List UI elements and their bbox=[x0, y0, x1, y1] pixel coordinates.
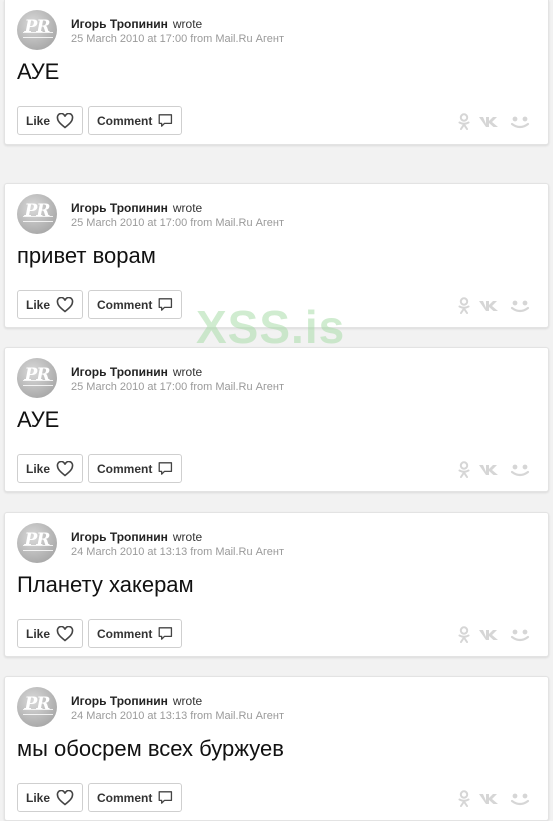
post-text: АУЕ bbox=[17, 59, 60, 84]
share-icons bbox=[458, 626, 530, 643]
post-meta: 24 March 2010 at 13:13 from Mail.Ru Аген… bbox=[71, 710, 284, 722]
post-card: PR Игорь Тропинин wrote 24 March 2010 at … bbox=[4, 676, 549, 821]
odnoklassniki-icon[interactable] bbox=[458, 113, 470, 130]
vk-icon[interactable] bbox=[478, 299, 502, 313]
post-card: PR Игорь Тропинин wrote 24 March 2010 at … bbox=[4, 512, 549, 657]
like-label: Like bbox=[26, 626, 51, 641]
post-verb: wrote bbox=[172, 530, 203, 544]
like-button[interactable]: Like bbox=[17, 454, 83, 483]
comment-label: Comment bbox=[97, 790, 153, 805]
post-text: Планету хакерам bbox=[17, 572, 194, 597]
post-verb: wrote bbox=[172, 365, 203, 379]
odnoklassniki-icon[interactable] bbox=[458, 461, 470, 478]
post-card: PR Игорь Тропинин wrote 25 March 2010 at … bbox=[4, 183, 549, 328]
comment-bubble-icon bbox=[158, 791, 173, 804]
moimir-icon[interactable] bbox=[510, 299, 530, 313]
like-label: Like bbox=[26, 113, 51, 128]
share-icons bbox=[458, 297, 530, 314]
share-icons bbox=[458, 461, 530, 478]
comment-button[interactable]: Comment bbox=[88, 783, 182, 812]
post-meta: 25 March 2010 at 17:00 from Mail.Ru Аген… bbox=[71, 217, 284, 229]
heart-icon bbox=[56, 460, 74, 477]
comment-bubble-icon bbox=[158, 298, 173, 311]
post-header: Игорь Тропинин wrote bbox=[71, 530, 202, 544]
heart-icon bbox=[56, 789, 74, 806]
post-text: мы обосрем всех буржуев bbox=[17, 736, 284, 761]
vk-icon[interactable] bbox=[478, 792, 502, 806]
post-date[interactable]: 25 March 2010 at 17:00 bbox=[71, 217, 187, 229]
comment-button[interactable]: Comment bbox=[88, 290, 182, 319]
post-source: from Mail.Ru Агент bbox=[190, 381, 285, 393]
post-header: Игорь Тропинин wrote bbox=[71, 365, 202, 379]
post-source: from Mail.Ru Агент bbox=[190, 33, 285, 45]
post-meta: 24 March 2010 at 13:13 from Mail.Ru Аген… bbox=[71, 546, 284, 558]
comment-bubble-icon bbox=[158, 627, 173, 640]
like-button[interactable]: Like bbox=[17, 619, 83, 648]
like-button[interactable]: Like bbox=[17, 290, 83, 319]
like-label: Like bbox=[26, 297, 51, 312]
post-verb: wrote bbox=[172, 201, 203, 215]
post-date[interactable]: 25 March 2010 at 17:00 bbox=[71, 381, 187, 393]
odnoklassniki-icon[interactable] bbox=[458, 297, 470, 314]
post-meta: 25 March 2010 at 17:00 from Mail.Ru Аген… bbox=[71, 33, 284, 45]
moimir-icon[interactable] bbox=[510, 628, 530, 642]
comment-bubble-icon bbox=[158, 114, 173, 127]
comment-label: Comment bbox=[97, 297, 153, 312]
comment-button[interactable]: Comment bbox=[88, 106, 182, 135]
post-meta: 25 March 2010 at 17:00 from Mail.Ru Аген… bbox=[71, 381, 284, 393]
comment-button[interactable]: Comment bbox=[88, 619, 182, 648]
post-header: Игорь Тропинин wrote bbox=[71, 694, 202, 708]
moimir-icon[interactable] bbox=[510, 792, 530, 806]
like-button[interactable]: Like bbox=[17, 783, 83, 812]
odnoklassniki-icon[interactable] bbox=[458, 626, 470, 643]
post-header: Игорь Тропинин wrote bbox=[71, 17, 202, 31]
heart-icon bbox=[56, 112, 74, 129]
comment-label: Comment bbox=[97, 113, 153, 128]
post-text: АУЕ bbox=[17, 407, 60, 432]
comment-label: Comment bbox=[97, 461, 153, 476]
heart-icon bbox=[56, 296, 74, 313]
author-avatar[interactable]: PR bbox=[17, 523, 57, 563]
comment-label: Comment bbox=[97, 626, 153, 641]
post-source: from Mail.Ru Агент bbox=[190, 710, 285, 722]
author-name[interactable]: Игорь Тропинин bbox=[71, 694, 168, 708]
post-verb: wrote bbox=[172, 694, 203, 708]
author-name[interactable]: Игорь Тропинин bbox=[71, 530, 168, 544]
author-name[interactable]: Игорь Тропинин bbox=[71, 17, 168, 31]
vk-icon[interactable] bbox=[478, 115, 502, 129]
heart-icon bbox=[56, 625, 74, 642]
like-button[interactable]: Like bbox=[17, 106, 83, 135]
author-avatar[interactable]: PR bbox=[17, 358, 57, 398]
author-name[interactable]: Игорь Тропинин bbox=[71, 201, 168, 215]
post-date[interactable]: 25 March 2010 at 17:00 bbox=[71, 33, 187, 45]
post-source: from Mail.Ru Агент bbox=[190, 546, 285, 558]
vk-icon[interactable] bbox=[478, 628, 502, 642]
author-avatar[interactable]: PR bbox=[17, 10, 57, 50]
post-header: Игорь Тропинин wrote bbox=[71, 201, 202, 215]
post-text: привет ворам bbox=[17, 243, 156, 268]
comment-button[interactable]: Comment bbox=[88, 454, 182, 483]
vk-icon[interactable] bbox=[478, 463, 502, 477]
author-avatar[interactable]: PR bbox=[17, 687, 57, 727]
share-icons bbox=[458, 790, 530, 807]
post-card: PR Игорь Тропинин wrote 25 March 2010 at … bbox=[4, 0, 549, 145]
post-verb: wrote bbox=[172, 17, 203, 31]
post-card: PR Игорь Тропинин wrote 25 March 2010 at … bbox=[4, 347, 549, 492]
post-date[interactable]: 24 March 2010 at 13:13 bbox=[71, 710, 187, 722]
share-icons bbox=[458, 113, 530, 130]
author-name[interactable]: Игорь Тропинин bbox=[71, 365, 168, 379]
author-avatar[interactable]: PR bbox=[17, 194, 57, 234]
moimir-icon[interactable] bbox=[510, 115, 530, 129]
comment-bubble-icon bbox=[158, 462, 173, 475]
post-source: from Mail.Ru Агент bbox=[190, 217, 285, 229]
odnoklassniki-icon[interactable] bbox=[458, 790, 470, 807]
like-label: Like bbox=[26, 790, 51, 805]
like-label: Like bbox=[26, 461, 51, 476]
moimir-icon[interactable] bbox=[510, 463, 530, 477]
post-date[interactable]: 24 March 2010 at 13:13 bbox=[71, 546, 187, 558]
